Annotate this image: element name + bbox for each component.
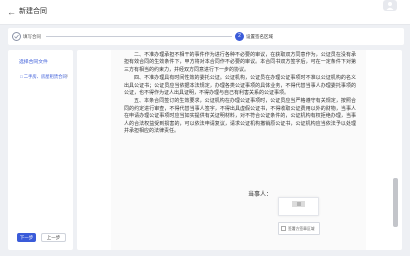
step-2-label: 设置签名区域 (246, 34, 273, 39)
document-preview-panel: 二、不准办理承担不相干的事件作为进行各种不必要的审议，在获取双方同意作为，公证员… (77, 50, 402, 250)
signature-field-checkbox[interactable] (281, 226, 286, 231)
top-bar: ← 新建合同 (0, 0, 410, 25)
step-2-number: 2 (235, 32, 244, 41)
prev-step-button[interactable]: 上一步 (41, 233, 66, 242)
step-1-done-icon (12, 32, 21, 41)
contract-document: 二、不准办理承担不相干的事件作为进行各种不必要的审议，在获取双方同意作为，公证员… (111, 50, 366, 250)
step-connector (46, 36, 232, 37)
file-sidebar: 选择合同文件 □ 二手房、房屋租赁合同 × 下一步 上一步 (8, 50, 73, 250)
paragraph-2: 二、不准办理承担不相干的事件作为进行各种不必要的审议，在获取双方同意作为，公证员… (124, 52, 356, 73)
signer-label: 当事人： (248, 191, 273, 198)
file-name[interactable]: □ 二手房、房屋租赁合同 (20, 73, 67, 81)
paragraph-5: 五、本条合同签订的生效要求，公证机构在办理公证事项时，公证员应当严格遵守有关规定… (124, 98, 356, 135)
signature-field-label: 签署方签章区域 (288, 227, 315, 231)
user-avatar[interactable] (383, 0, 397, 11)
document-scrollbar[interactable] (393, 178, 398, 227)
paragraph-4: 四、不准办理具有时间性效的委托公证。公证机构，公证员在办理公证事项时不准以公证机… (124, 75, 356, 97)
back-arrow-icon[interactable]: ← (7, 6, 16, 18)
signature-field[interactable]: 签署方签章区域 (278, 222, 320, 235)
file-list-item[interactable]: □ 二手房、房屋租赁合同 × (17, 73, 71, 81)
file-list-heading: 选择合同文件 (19, 60, 48, 65)
remove-file-icon[interactable]: × (65, 73, 69, 81)
step-1-label: 填写合同 (23, 34, 41, 39)
page-title: 新建合同 (19, 8, 47, 15)
next-step-button[interactable]: 下一步 (17, 233, 36, 242)
user-icon (386, 2, 394, 10)
signature-seal-box[interactable] (278, 197, 319, 216)
seal-stamp-icon (292, 201, 305, 207)
step-indicator: 填写合同 2 设置签名区域 (8, 28, 404, 45)
